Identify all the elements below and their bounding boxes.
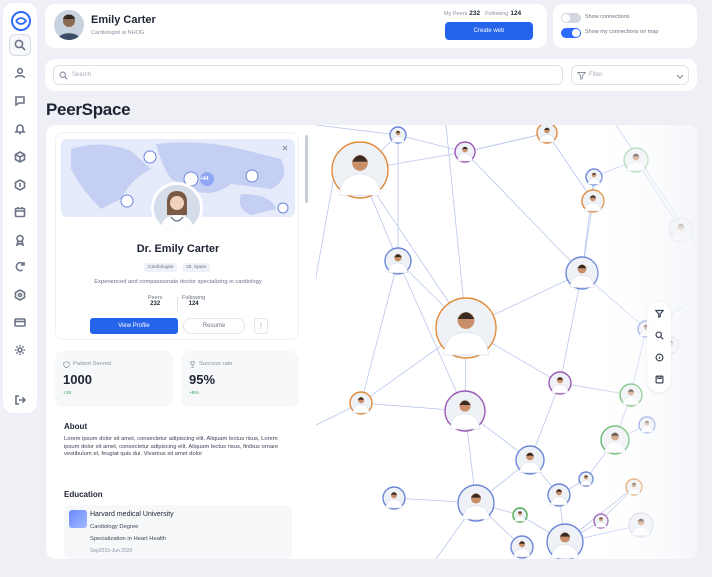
stat-value: 1000 [63, 372, 92, 387]
info-icon[interactable] [652, 350, 666, 364]
profile-avatar [151, 182, 203, 234]
main-panel: +44 Dr. Emily Carter Cardiologist 25, Sp… [46, 125, 698, 559]
university-logo [69, 510, 87, 528]
app-logo-icon [11, 11, 31, 31]
peers-stat: Peers 232 [148, 295, 162, 307]
network-canvas [310, 125, 698, 559]
gear-icon[interactable] [9, 339, 31, 361]
map-cluster-badge[interactable]: +44 [200, 176, 208, 182]
box-icon[interactable] [9, 146, 31, 168]
stat-value: 95% [189, 372, 216, 387]
peers-count: 232 [469, 10, 481, 17]
award-icon[interactable] [9, 229, 31, 251]
stat-delta: +5% [189, 391, 199, 396]
graph-toolbar [647, 302, 671, 392]
peers-label: My Peers [444, 11, 468, 17]
user-icon[interactable] [9, 62, 31, 84]
search-placeholder: Search [72, 72, 92, 78]
view-profile-button[interactable]: View Profile [90, 318, 178, 334]
briefcase-icon[interactable] [9, 174, 31, 196]
filter-placeholder: Filter [589, 72, 603, 78]
user-name: Emily Carter [91, 14, 156, 26]
header-stats: My Peers 232 Following 124 [444, 10, 526, 17]
education-dates: Sep2015-Jun 2020 [90, 548, 133, 554]
degree: Cardiology Degree [90, 524, 139, 530]
school-name: Harvard medical University [90, 511, 174, 518]
stat-label: Patient Served [73, 361, 112, 367]
search-icon [59, 71, 68, 80]
edge-fade [316, 125, 698, 559]
create-web-button[interactable]: Create web [445, 22, 533, 40]
bell-icon[interactable] [9, 118, 31, 140]
search-bar-row: Search Filter [45, 59, 697, 91]
show-map-connections-toggle[interactable] [561, 28, 581, 38]
calendar-icon[interactable] [9, 201, 31, 223]
search-icon[interactable] [9, 34, 31, 56]
resume-button[interactable]: Resume [183, 318, 245, 334]
page-title: PeerSpace [46, 100, 131, 119]
scrollbar[interactable] [305, 135, 308, 203]
filter-icon [577, 72, 586, 80]
following-count: 124 [510, 10, 522, 17]
pen-icon[interactable] [9, 256, 31, 278]
search-input[interactable]: Search [53, 65, 563, 85]
chevron-down-icon [676, 74, 684, 79]
user-role: Cardiologist at NHOG [91, 30, 145, 36]
stat-divider [177, 297, 178, 311]
about-text: Lorem ipsum dolor sit amet, consectetur … [64, 436, 279, 457]
location-chip: 25, Spain [182, 263, 211, 272]
peers-stat-value: 232 [150, 301, 161, 307]
trophy-icon [189, 361, 196, 368]
chat-icon[interactable] [9, 90, 31, 112]
specialization: Specialization in Heart Health [90, 536, 167, 542]
filter-icon[interactable] [652, 306, 666, 320]
settings-cog-icon[interactable] [9, 284, 31, 306]
profile-description: Experienced and compassionate doctor spe… [94, 279, 262, 285]
show-connections-toggle[interactable] [561, 13, 581, 23]
connection-toggles: Show connections Show my connections on … [553, 4, 697, 48]
following-stat-value: 124 [188, 301, 199, 307]
show-map-connections-label: Show my connections on map [585, 29, 659, 35]
profile-card: +44 Dr. Emily Carter Cardiologist 25, Sp… [55, 132, 299, 340]
sidebar [3, 3, 37, 413]
profile-header: Emily Carter Cardiologist at NHOG My Pee… [45, 4, 547, 48]
specialty-chip: Cardiologist [144, 263, 178, 272]
following-stat: Following 124 [182, 295, 205, 307]
about-title: About [64, 422, 88, 431]
filter-select[interactable]: Filter [571, 65, 689, 85]
more-options-button[interactable]: ⋮ [254, 318, 268, 334]
education-title: Education [64, 490, 103, 499]
stat-delta: +10 [63, 391, 72, 396]
save-icon[interactable] [652, 372, 666, 386]
doctor-name: Dr. Emily Carter [136, 243, 220, 255]
search-icon[interactable] [652, 328, 666, 342]
stat-label: Success rate [199, 361, 233, 367]
avatar[interactable] [54, 10, 84, 40]
following-label: Following [485, 11, 509, 17]
heart-shield-icon [63, 361, 70, 368]
card-icon[interactable] [9, 311, 31, 333]
success-rate-card: Success rate 95% +5% [181, 351, 299, 407]
show-connections-label: Show connections [585, 14, 630, 20]
patients-stat-card: Patient Served 1000 +10 [55, 351, 173, 407]
logout-icon[interactable] [9, 389, 31, 411]
education-card: Harvard medical University Cardiology De… [64, 505, 292, 559]
peer-network-graph[interactable] [310, 125, 698, 559]
